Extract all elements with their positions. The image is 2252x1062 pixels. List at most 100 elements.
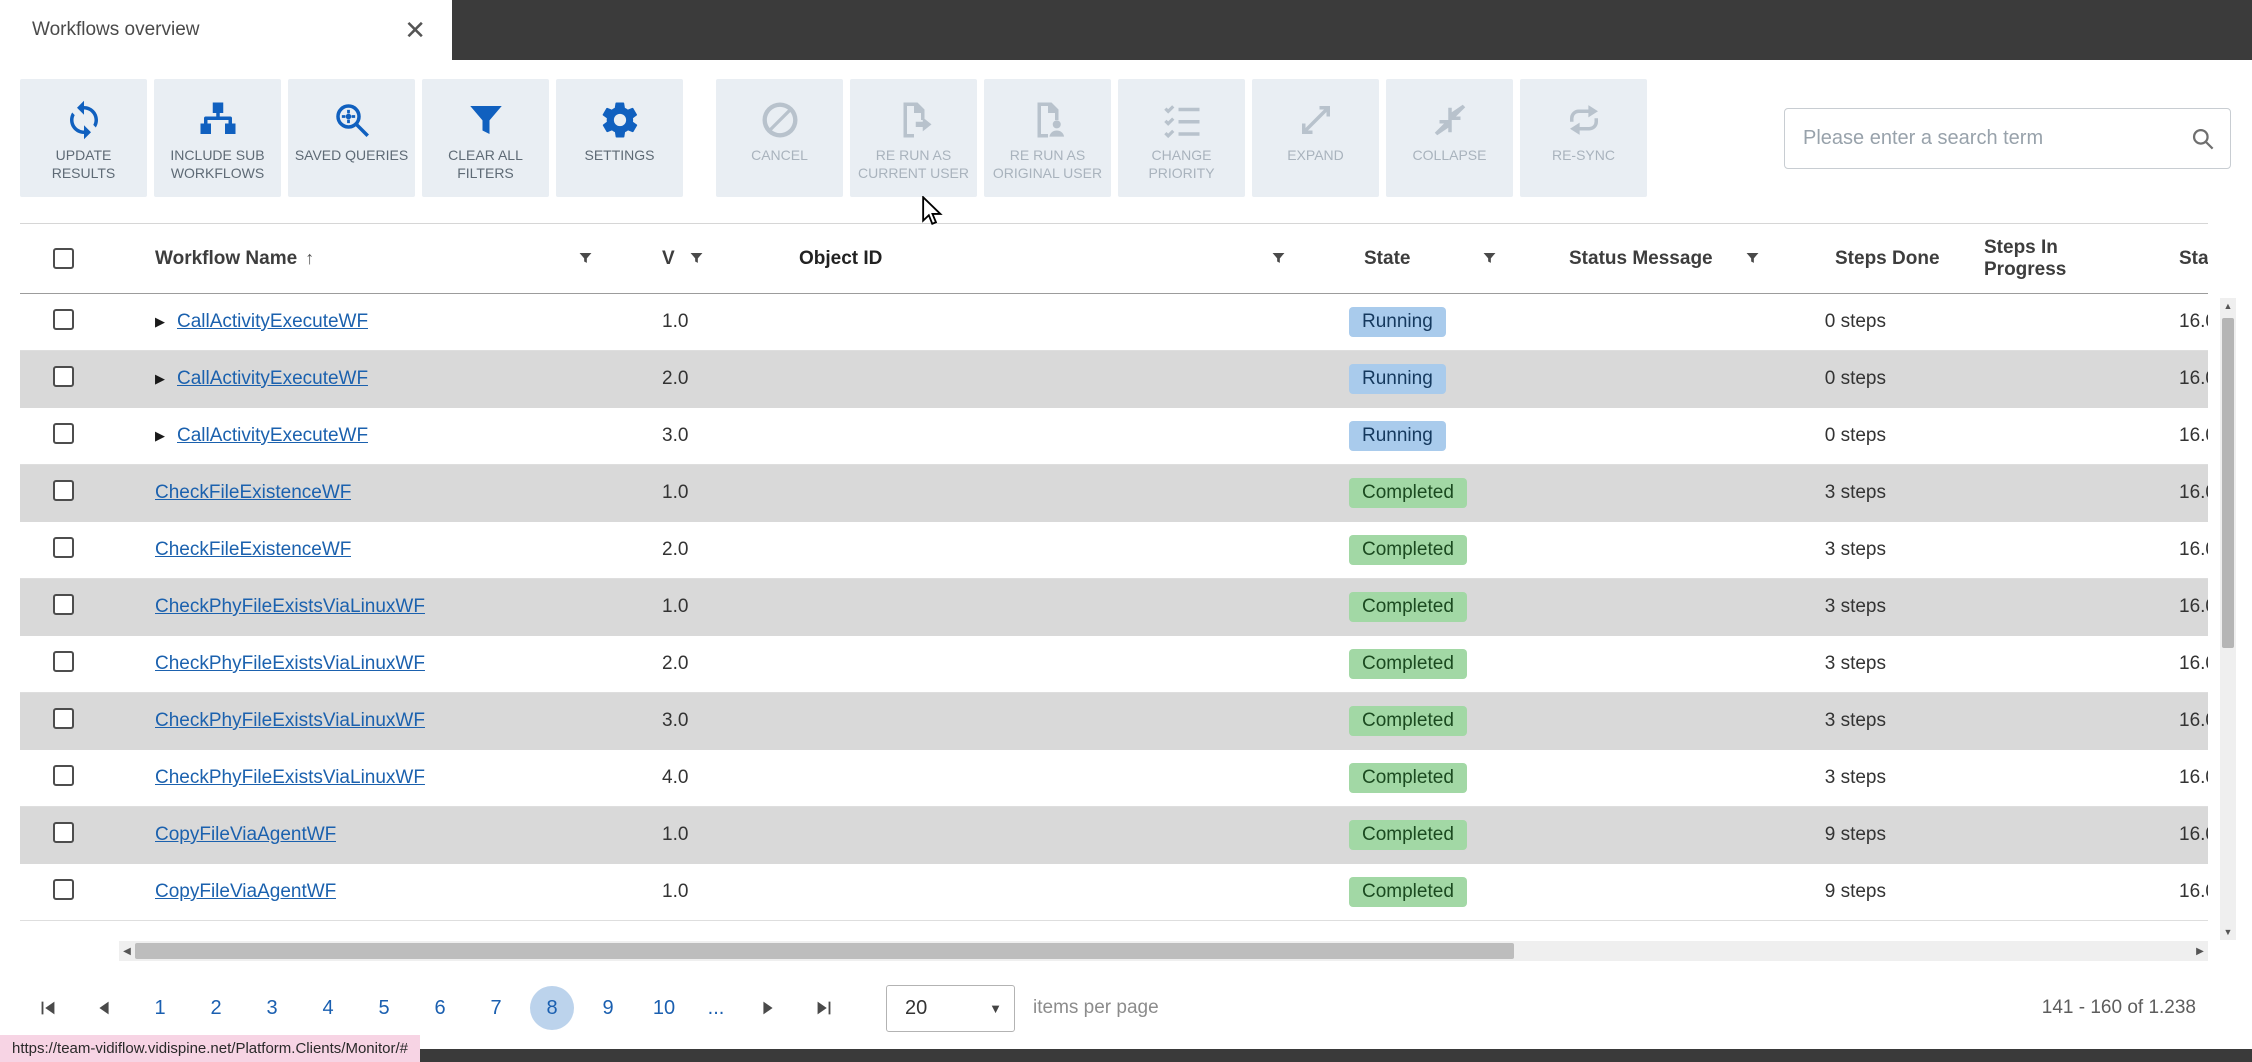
- table-row: ▶ CallActivityExecuteWF 2.0 Running 0 st…: [20, 351, 2208, 408]
- expand-row-icon[interactable]: ▶: [155, 428, 177, 444]
- column-header-steps-done[interactable]: Steps Done: [1790, 248, 1950, 270]
- workflow-link[interactable]: CheckPhyFileExistsViaLinuxWF: [155, 596, 425, 618]
- cancel-icon: [759, 94, 801, 146]
- page-button-3[interactable]: 3: [250, 986, 294, 1030]
- state-badge: Running: [1349, 307, 1446, 337]
- tab-workflows-overview[interactable]: Workflows overview ✕: [0, 0, 452, 60]
- page-button-5[interactable]: 5: [362, 986, 406, 1030]
- page-button-8[interactable]: 8: [530, 986, 574, 1030]
- page-button-2[interactable]: 2: [194, 986, 238, 1030]
- state-cell: Running: [1336, 364, 1545, 394]
- toolbar-button-re-run-as-current-user: RE RUN AS CURRENT USER: [850, 79, 977, 197]
- expand-row-icon[interactable]: ▶: [155, 314, 177, 330]
- page-button-9[interactable]: 9: [586, 986, 630, 1030]
- page-size-dropdown[interactable]: 20 ▼: [886, 984, 1015, 1032]
- page-button-1[interactable]: 1: [138, 986, 182, 1030]
- workflow-link[interactable]: CallActivityExecuteWF: [177, 425, 368, 447]
- state-badge: Completed: [1349, 877, 1467, 907]
- table-row: ▶ CheckPhyFileExistsViaLinuxWF 3.0 Compl…: [20, 693, 2208, 750]
- state-cell: Completed: [1336, 478, 1545, 508]
- row-checkbox[interactable]: [53, 650, 74, 672]
- search-icon[interactable]: [2189, 125, 2216, 152]
- row-checkbox[interactable]: [53, 308, 74, 330]
- page-button-10[interactable]: 10: [642, 986, 686, 1030]
- workflow-link[interactable]: CopyFileViaAgentWF: [155, 824, 336, 846]
- horizontal-scrollbar[interactable]: ◀ ▶: [119, 941, 2208, 961]
- toolbar-button-expand: EXPAND: [1252, 79, 1379, 197]
- vertical-scrollbar[interactable]: ▲ ▼: [2220, 298, 2236, 940]
- toolbar-button-clear-all-filters[interactable]: CLEAR ALL FILTERS: [422, 79, 549, 197]
- search-input[interactable]: [1803, 127, 2189, 150]
- scroll-down-icon[interactable]: ▼: [2220, 924, 2236, 940]
- version-cell: 2.0: [662, 368, 689, 389]
- sort-asc-icon[interactable]: ↑: [305, 248, 314, 269]
- column-header-status-message[interactable]: Status Message: [1569, 248, 1713, 270]
- more-pages-button[interactable]: ...: [694, 986, 738, 1030]
- toolbar-button-cancel: CANCEL: [716, 79, 843, 197]
- workflow-link[interactable]: CheckPhyFileExistsViaLinuxWF: [155, 653, 425, 675]
- row-checkbox[interactable]: [53, 707, 74, 729]
- row-checkbox[interactable]: [53, 821, 74, 843]
- workflow-link[interactable]: CopyFileViaAgentWF: [155, 881, 336, 903]
- column-header-state[interactable]: State: [1364, 248, 1410, 270]
- row-checkbox[interactable]: [53, 479, 74, 501]
- column-header-start[interactable]: Star: [2135, 248, 2208, 270]
- object-id-filter-icon[interactable]: [1269, 249, 1288, 268]
- workflow-link[interactable]: CheckPhyFileExistsViaLinuxWF: [155, 767, 425, 789]
- toolbar-button-label: CHANGE PRIORITY: [1148, 147, 1215, 182]
- last-page-button[interactable]: [804, 988, 844, 1028]
- row-checkbox[interactable]: [53, 536, 74, 558]
- toolbar-button-include-sub-workflows[interactable]: INCLUDE SUB WORKFLOWS: [154, 79, 281, 197]
- state-filter-icon[interactable]: [1480, 249, 1499, 268]
- column-header-workflow-name[interactable]: Workflow Name: [155, 248, 297, 270]
- tab-close-icon[interactable]: ✕: [404, 17, 426, 43]
- table-body: ▶ CallActivityExecuteWF 1.0 Running 0 st…: [20, 294, 2208, 921]
- row-checkbox[interactable]: [53, 878, 74, 900]
- next-page-button[interactable]: [748, 988, 788, 1028]
- state-badge: Running: [1349, 364, 1446, 394]
- scroll-right-icon[interactable]: ▶: [2192, 941, 2208, 961]
- tab-bar: Workflows overview ✕: [0, 0, 2252, 60]
- version-cell: 3.0: [662, 710, 689, 731]
- workflow-link[interactable]: CheckFileExistenceWF: [155, 539, 351, 561]
- horizontal-scrollbar-thumb[interactable]: [135, 943, 1514, 959]
- settings-icon: [599, 94, 641, 146]
- toolbar-button-saved-queries[interactable]: SAVED QUERIES: [288, 79, 415, 197]
- select-all-checkbox[interactable]: [53, 248, 74, 269]
- state-badge: Running: [1349, 421, 1446, 451]
- toolbar-button-label: CANCEL: [751, 147, 808, 163]
- workflow-name-filter-icon[interactable]: [576, 249, 595, 268]
- status-message-filter-icon[interactable]: [1743, 249, 1762, 268]
- page-button-7[interactable]: 7: [474, 986, 518, 1030]
- scroll-left-icon[interactable]: ◀: [119, 941, 135, 961]
- page-button-6[interactable]: 6: [418, 986, 462, 1030]
- toolbar-button-collapse: COLLAPSE: [1386, 79, 1513, 197]
- page-button-4[interactable]: 4: [306, 986, 350, 1030]
- column-header-object-id[interactable]: Object ID: [799, 248, 882, 270]
- previous-page-button[interactable]: [84, 988, 124, 1028]
- version-filter-icon[interactable]: [687, 249, 706, 268]
- column-header-version[interactable]: V: [662, 248, 675, 270]
- first-page-button[interactable]: [28, 988, 68, 1028]
- status-url-tooltip: https://team-vidiflow.vidispine.net/Plat…: [0, 1035, 420, 1062]
- version-cell: 2.0: [662, 653, 689, 674]
- chevron-down-icon: ▼: [989, 1000, 1002, 1016]
- toolbar-button-settings[interactable]: SETTINGS: [556, 79, 683, 197]
- workflow-link[interactable]: CallActivityExecuteWF: [177, 368, 368, 390]
- steps-done-cell: 9 steps: [1824, 824, 1886, 845]
- workflow-link[interactable]: CallActivityExecuteWF: [177, 311, 368, 333]
- steps-done-cell: 0 steps: [1824, 425, 1886, 446]
- column-header-steps-in-progress[interactable]: Steps In Progress: [1950, 237, 2135, 281]
- workflow-link[interactable]: CheckPhyFileExistsViaLinuxWF: [155, 710, 425, 732]
- state-badge: Completed: [1349, 706, 1467, 736]
- row-checkbox[interactable]: [53, 365, 74, 387]
- expand-row-icon[interactable]: ▶: [155, 371, 177, 387]
- scroll-up-icon[interactable]: ▲: [2220, 298, 2236, 314]
- row-checkbox[interactable]: [53, 764, 74, 786]
- vertical-scrollbar-thumb[interactable]: [2222, 318, 2234, 648]
- toolbar-button-update-results[interactable]: UPDATE RESULTS: [20, 79, 147, 197]
- workflow-link[interactable]: CheckFileExistenceWF: [155, 482, 351, 504]
- start-cell: 16.02: [2179, 710, 2208, 731]
- row-checkbox[interactable]: [53, 593, 74, 615]
- row-checkbox[interactable]: [53, 422, 74, 444]
